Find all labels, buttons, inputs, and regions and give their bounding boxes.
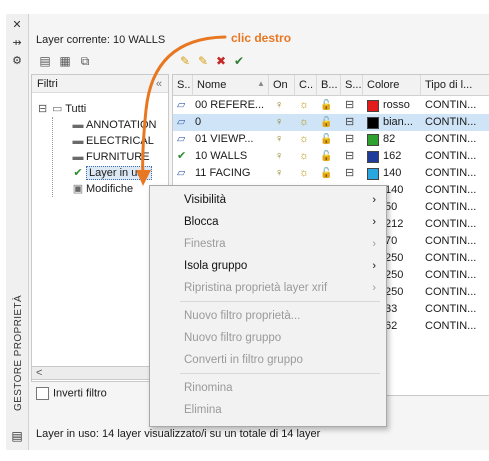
- menu-item[interactable]: Visibilità ›: [150, 189, 386, 211]
- menu-item-label: Blocca: [184, 216, 219, 228]
- menu-item[interactable]: Nuovo filtro proprietà...: [150, 305, 386, 327]
- menu-item-label: Elimina: [184, 404, 222, 416]
- menu-item[interactable]: Nuovo filtro gruppo: [150, 327, 386, 349]
- menu-item-label: Nuovo filtro proprietà...: [184, 310, 301, 322]
- context-menu: Visibilità › Blocca › Finestra › Isola gruppo ›…: [149, 185, 387, 427]
- menu-item-label: Nuovo filtro gruppo: [184, 332, 282, 344]
- chevron-right-icon: ›: [372, 238, 376, 250]
- menu-item[interactable]: Isola gruppo ›: [150, 255, 386, 277]
- menu-item-label: Finestra: [184, 238, 226, 250]
- menu-item[interactable]: Rinomina: [150, 377, 386, 399]
- menu-item-label: Converti in filtro gruppo: [184, 354, 303, 366]
- menu-item-label: Visibilità: [184, 194, 226, 206]
- menu-item[interactable]: Elimina: [150, 399, 386, 421]
- chevron-right-icon: ›: [372, 260, 376, 272]
- chevron-right-icon: ›: [372, 194, 376, 206]
- chevron-right-icon: ›: [372, 216, 376, 228]
- menu-item[interactable]: Converti in filtro gruppo: [150, 349, 386, 371]
- menu-item-label: Rinomina: [184, 382, 233, 394]
- menu-item[interactable]: Ripristina proprietà layer xrif ›: [150, 277, 386, 299]
- menu-separator: [180, 373, 380, 374]
- menu-separator: [180, 301, 380, 302]
- menu-item[interactable]: Finestra ›: [150, 233, 386, 255]
- chevron-right-icon: ›: [372, 282, 376, 294]
- menu-item-label: Ripristina proprietà layer xrif: [184, 282, 328, 294]
- menu-item-label: Isola gruppo: [184, 260, 248, 272]
- menu-item[interactable]: Blocca ›: [150, 211, 386, 233]
